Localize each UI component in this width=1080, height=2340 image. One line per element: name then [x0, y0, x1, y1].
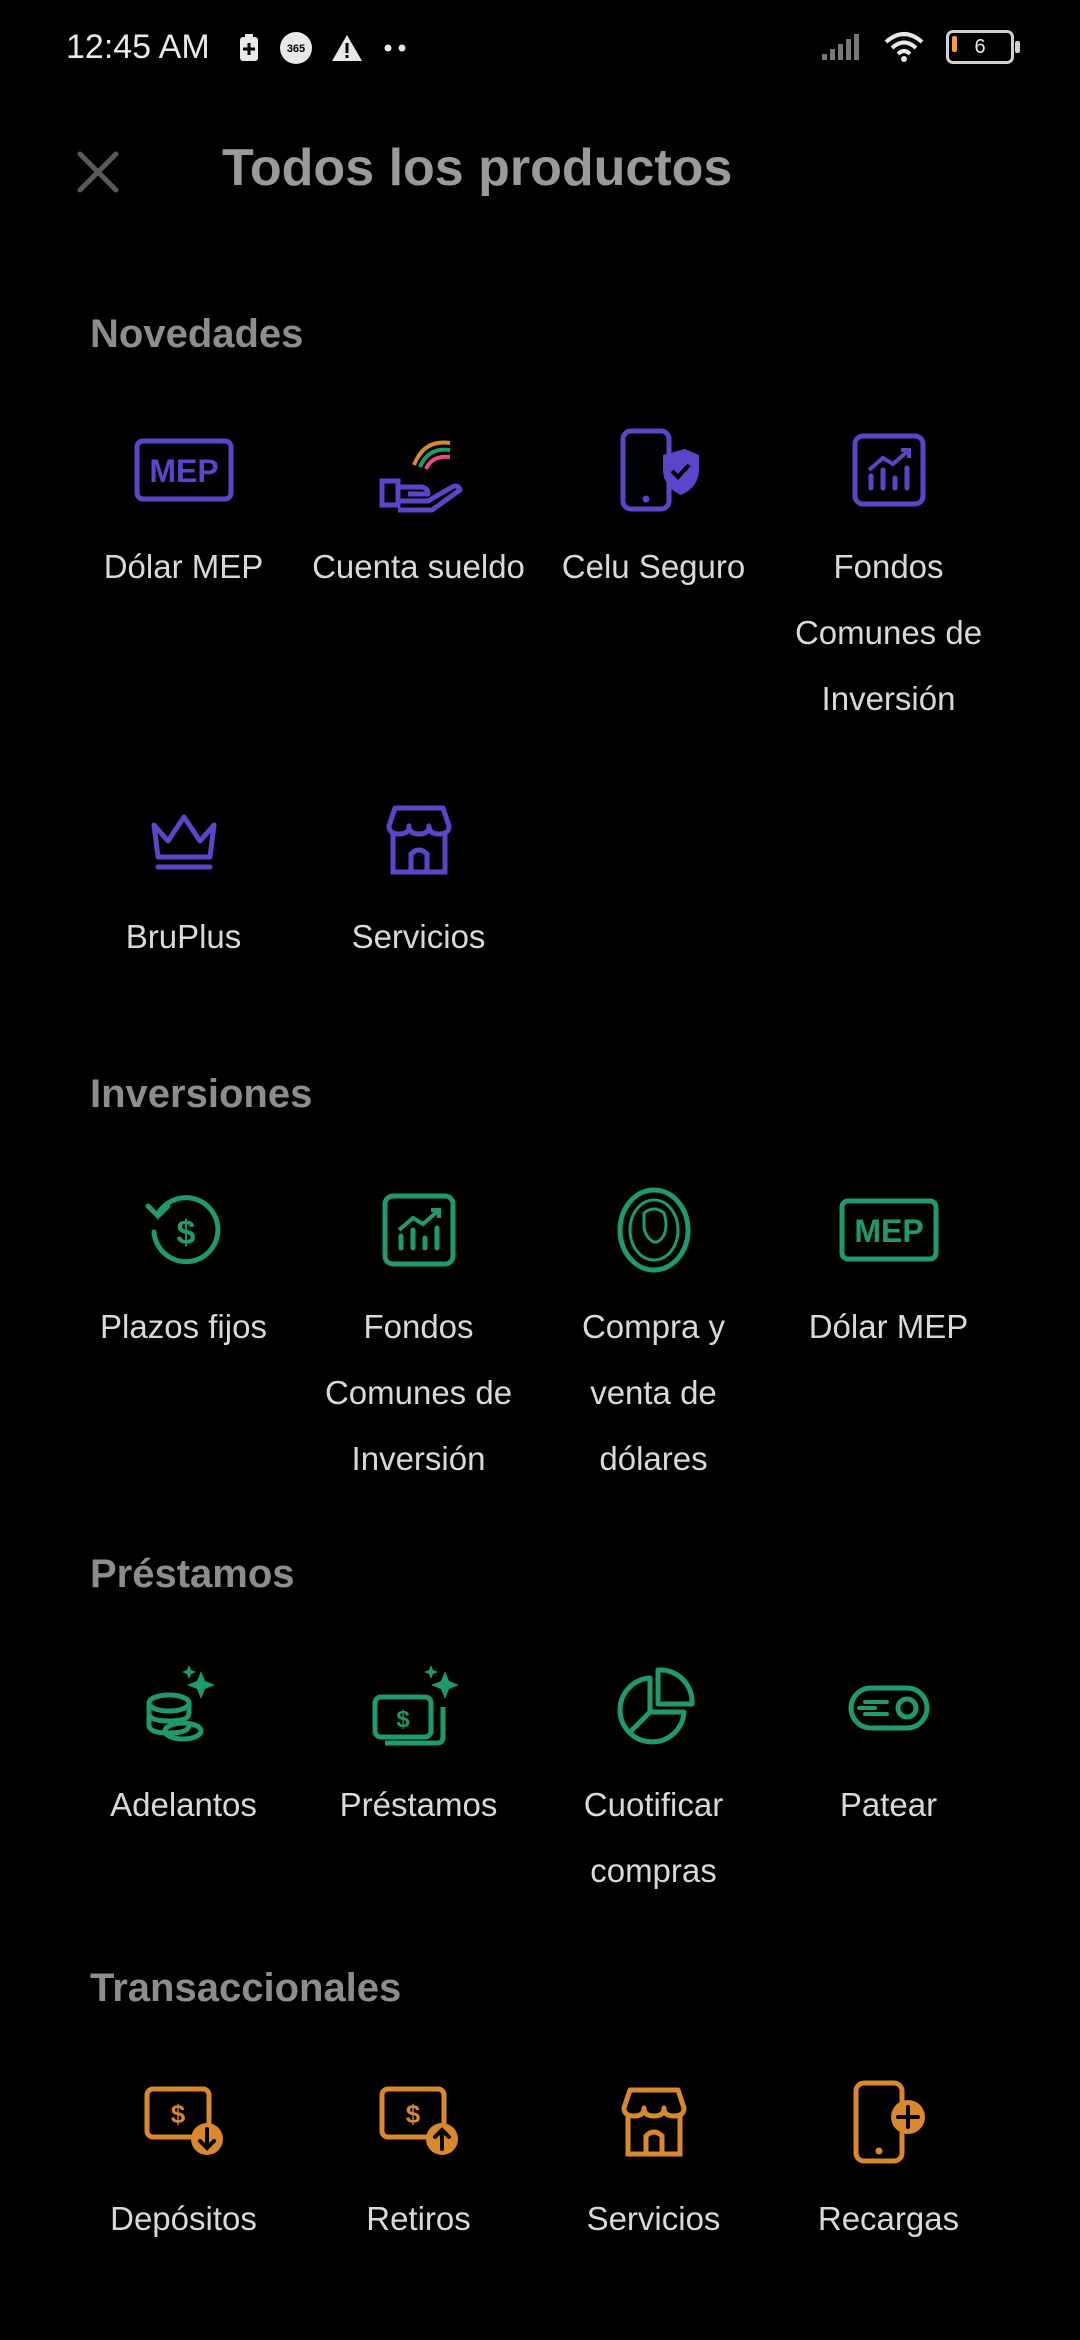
product-cuotificar-compras[interactable]: Cuotificar compras [536, 1658, 771, 1904]
chart-up-icon [369, 1180, 469, 1280]
warning-icon [332, 35, 362, 61]
product-label: BruPlus [125, 918, 242, 955]
rainbow-hand-icon [369, 420, 469, 520]
product-label: Préstamos [339, 1786, 498, 1823]
phone-shield-icon [604, 420, 704, 520]
crown-icon [134, 790, 234, 890]
product-label: Fondos Comunes de Inversión [794, 548, 983, 717]
section-title-transaccionales: Transaccionales [90, 1966, 402, 2010]
product-dolar-mep[interactable]: MEP Dólar MEP [66, 420, 301, 732]
store-icon [604, 2072, 704, 2172]
product-servicios[interactable]: Servicios [301, 790, 536, 970]
battery-saver-icon [240, 34, 258, 61]
product-label: Dólar MEP [808, 1308, 969, 1345]
product-adelantos[interactable]: Adelantos [66, 1658, 301, 1904]
product-label: Recargas [817, 2200, 960, 2237]
dollar-refresh-icon: $ [134, 1180, 234, 1280]
section-title-prestamos: Préstamos [90, 1552, 295, 1596]
product-plazos-fijos[interactable]: $ Plazos fijos [66, 1180, 301, 1492]
product-prestamos[interactable]: $ Préstamos [301, 1658, 536, 1904]
product-patear[interactable]: Patear [771, 1658, 1006, 1904]
product-label: Dólar MEP [103, 548, 264, 585]
product-label: Fondos Comunes de Inversión [324, 1308, 513, 1477]
status-right-icons: 6 [820, 30, 1020, 64]
phone-plus-icon [839, 2072, 939, 2172]
status-left-icons: 365 [236, 30, 410, 66]
svg-text:MEP: MEP [149, 453, 218, 489]
header: Todos los productos [0, 100, 1080, 240]
product-servicios-transaccionales[interactable]: Servicios [536, 2072, 771, 2252]
svg-text:$: $ [170, 2099, 185, 2129]
product-label: Retiros [366, 2200, 471, 2237]
product-dolar-mep-inversiones[interactable]: MEP Dólar MEP [771, 1180, 1006, 1492]
battery-level: 6 [974, 35, 986, 58]
product-label: Patear [839, 1786, 938, 1823]
product-cuenta-sueldo[interactable]: Cuenta sueldo [301, 420, 536, 732]
svg-text:$: $ [396, 1706, 410, 1733]
status-bar: 12:45 AM 365 6 [0, 0, 1080, 100]
fast-toggle-icon [839, 1658, 939, 1758]
mep-icon: MEP [839, 1180, 939, 1280]
svg-text:$: $ [176, 1214, 195, 1252]
money-down-icon: $ [134, 2072, 234, 2172]
svg-text:365: 365 [287, 43, 305, 55]
svg-text:$: $ [405, 2099, 420, 2129]
svg-text:MEP: MEP [854, 1213, 923, 1249]
product-label: Compra y venta de dólares [581, 1308, 726, 1477]
pie-chart-icon [604, 1658, 704, 1758]
product-label: Cuenta sueldo [312, 548, 525, 585]
product-bruplus[interactable]: BruPlus [66, 790, 301, 970]
product-label: Servicios [351, 918, 486, 955]
product-label: Plazos fijos [100, 1308, 267, 1345]
product-depositos[interactable]: $ Depósitos [66, 2072, 301, 2252]
signal-icon [822, 34, 859, 60]
more-dots-icon [384, 44, 406, 52]
product-retiros[interactable]: $ Retiros [301, 2072, 536, 2252]
close-button[interactable] [66, 140, 130, 204]
product-celu-seguro[interactable]: Celu Seguro [536, 420, 771, 732]
dollar-face-icon [604, 1180, 704, 1280]
product-compra-venta-dolares[interactable]: Compra y venta de dólares [536, 1180, 771, 1492]
product-label: Cuotificar compras [583, 1786, 724, 1889]
product-fondos-comunes[interactable]: Fondos Comunes de Inversión [771, 420, 1006, 732]
section-title-inversiones: Inversiones [90, 1072, 313, 1116]
product-label: Adelantos [110, 1786, 257, 1823]
grid-novedades: MEP Dólar MEP Cuenta sueldo Celu Seguro … [66, 420, 1006, 970]
close-icon [77, 151, 119, 193]
chart-up-icon [839, 420, 939, 520]
status-time: 12:45 AM [66, 28, 210, 66]
grid-transaccionales: $ Depósitos $ Retiros Servicios Recargas [66, 2072, 1006, 2252]
grid-prestamos: Adelantos $ Préstamos Cuotificar compras… [66, 1658, 1006, 1904]
wifi-icon [884, 32, 924, 62]
mep-icon: MEP [134, 420, 234, 520]
product-fondos-comunes-inversiones[interactable]: Fondos Comunes de Inversión [301, 1180, 536, 1492]
store-icon [369, 790, 469, 890]
product-label: Servicios [586, 2200, 721, 2237]
grid-inversiones: $ Plazos fijos Fondos Comunes de Inversi… [66, 1180, 1006, 1492]
app-365-icon: 365 [280, 32, 312, 64]
product-recargas[interactable]: Recargas [771, 2072, 1006, 2252]
product-label: Celu Seguro [561, 548, 746, 585]
section-title-novedades: Novedades [90, 312, 304, 356]
money-sparkle-icon: $ [369, 1658, 469, 1758]
product-label: Depósitos [110, 2200, 257, 2237]
page-title: Todos los productos [222, 139, 733, 197]
battery-icon: 6 [946, 30, 1020, 64]
coins-sparkle-icon [134, 1658, 234, 1758]
money-up-icon: $ [369, 2072, 469, 2172]
